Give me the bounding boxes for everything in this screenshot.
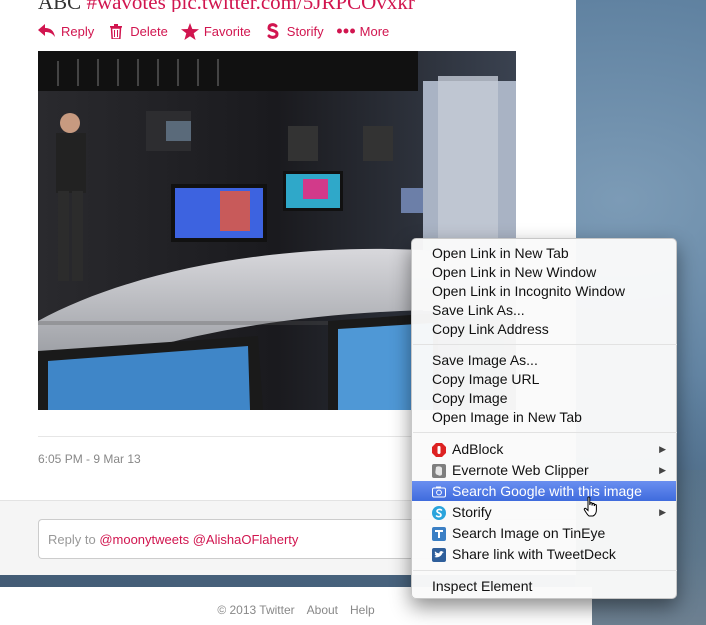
camera-icon [432, 484, 446, 498]
tweetdeck-icon [432, 547, 446, 562]
delete-label: Delete [130, 23, 168, 39]
tweet-author-fragment: ABC [38, 0, 82, 12]
context-menu: Open Link in New Tab Open Link in New Wi… [411, 238, 677, 599]
reply-mention-1: @moonytweets [99, 532, 190, 547]
menu-separator [413, 344, 677, 345]
menu-item-evernote-web-clipper[interactable]: Evernote Web Clipper ▶ [412, 460, 676, 480]
tweet-actions: Reply Delete Favorite Storify More [38, 21, 402, 41]
menu-item-inspect-element[interactable]: Inspect Element [412, 576, 676, 596]
menu-item-label: AdBlock [452, 441, 504, 457]
storify-label: Storify [286, 23, 324, 39]
reply-icon [38, 22, 56, 40]
menu-item-search-google-image[interactable]: Search Google with this image [412, 481, 676, 501]
reply-mention-2: @AlishaOFlaherty [192, 532, 299, 547]
more-button[interactable]: More [336, 22, 390, 40]
footer-help-link[interactable]: Help [350, 603, 375, 625]
menu-item-label: Open Image in New Tab [432, 409, 582, 425]
submenu-arrow-icon: ▶ [659, 444, 666, 454]
menu-item-share-tweetdeck[interactable]: Share link with TweetDeck [412, 544, 676, 564]
menu-item-label: Copy Image URL [432, 371, 540, 387]
favorite-label: Favorite [203, 23, 251, 39]
hand-cursor-icon [583, 496, 597, 517]
menu-item-label: Open Link in New Window [432, 264, 597, 280]
menu-item-save-link-as[interactable]: Save Link As... [412, 300, 676, 320]
menu-item-adblock[interactable]: AdBlock ▶ [412, 439, 676, 459]
menu-item-open-image-new-tab[interactable]: Open Image in New Tab [412, 407, 676, 427]
storify-button[interactable]: Storify [264, 22, 324, 40]
menu-item-save-image-as[interactable]: Save Image As... [412, 350, 676, 370]
menu-item-label: Save Image As... [432, 352, 538, 368]
footer-about-link[interactable]: About [307, 603, 338, 625]
more-icon [336, 22, 355, 40]
tineye-icon [432, 526, 446, 541]
footer-copyright: © 2013 Twitter [217, 603, 295, 617]
menu-item-copy-image-url[interactable]: Copy Image URL [412, 369, 676, 389]
more-label: More [359, 23, 390, 39]
trash-icon [107, 22, 125, 40]
delete-button[interactable]: Delete [107, 22, 168, 40]
menu-item-label: Search Google with this image [452, 483, 642, 499]
menu-item-copy-image[interactable]: Copy Image [412, 388, 676, 408]
menu-item-open-link-new-tab[interactable]: Open Link in New Tab [412, 243, 676, 263]
menu-item-label: Open Link in Incognito Window [432, 283, 625, 299]
menu-item-label: Open Link in New Tab [432, 245, 569, 261]
menu-item-label: Share link with TweetDeck [452, 546, 616, 562]
menu-item-label: Evernote Web Clipper [452, 462, 589, 478]
menu-item-label: Copy Image [432, 390, 508, 406]
adblock-icon [432, 442, 446, 457]
reply-prefix: Reply to [48, 532, 100, 547]
menu-item-label: Inspect Element [432, 578, 533, 594]
storify-icon [264, 22, 282, 40]
evernote-icon [432, 463, 446, 478]
storify-icon [432, 505, 446, 520]
tweet-hashtag-link[interactable]: #wavotes pic.twitter.com/5JRPCOvxkr [86, 0, 414, 12]
submenu-arrow-icon: ▶ [659, 465, 666, 475]
reply-label: Reply [61, 23, 95, 39]
reply-button[interactable]: Reply [38, 22, 94, 40]
menu-item-search-tineye[interactable]: Search Image on TinEye [412, 523, 676, 543]
menu-item-copy-link-address[interactable]: Copy Link Address [412, 319, 676, 339]
menu-separator [413, 570, 677, 571]
menu-item-open-link-incognito[interactable]: Open Link in Incognito Window [412, 281, 676, 301]
menu-item-label: Copy Link Address [432, 321, 549, 337]
tweet-timestamp[interactable]: 6:05 PM - 9 Mar 13 [38, 452, 141, 466]
menu-separator [413, 432, 677, 433]
menu-item-storify[interactable]: Storify ▶ [412, 502, 676, 522]
menu-item-label: Search Image on TinEye [452, 525, 606, 541]
menu-item-label: Storify [452, 504, 492, 520]
star-icon [180, 22, 199, 40]
menu-item-open-link-new-window[interactable]: Open Link in New Window [412, 262, 676, 282]
menu-item-label: Save Link As... [432, 302, 525, 318]
submenu-arrow-icon: ▶ [659, 507, 666, 517]
tweet-text: ABC #wavotes pic.twitter.com/5JRPCOvxkr [38, 0, 558, 12]
favorite-button[interactable]: Favorite [180, 22, 251, 40]
